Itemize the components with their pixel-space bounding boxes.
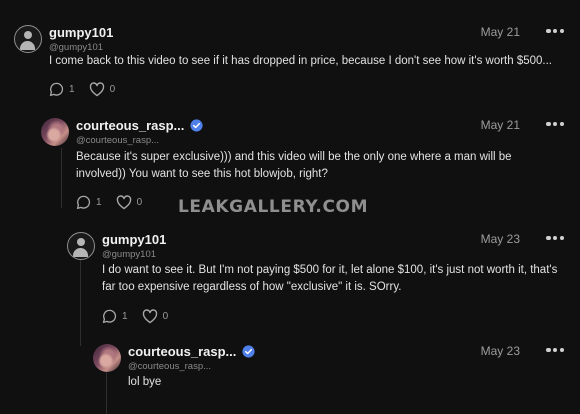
like-button[interactable]: 0 — [142, 309, 169, 324]
username[interactable]: gumpy101 — [102, 232, 166, 247]
more-options-icon[interactable] — [546, 119, 564, 129]
avatar[interactable] — [67, 232, 95, 260]
speech-bubble-icon — [76, 195, 91, 210]
comment-date: May 21 — [480, 25, 520, 39]
comment-actions: 1 0 — [102, 309, 182, 324]
verified-badge-icon — [242, 345, 255, 358]
comment-text: Because it's super exclusive))) and this… — [76, 151, 512, 180]
heart-icon — [89, 82, 104, 97]
comment: gumpy101 @gumpy101 May 23 I do want to s… — [67, 232, 564, 327]
watermark: LEAKGALLERY.COM — [178, 197, 369, 217]
username[interactable]: gumpy101 — [49, 25, 113, 40]
like-count: 0 — [109, 84, 116, 95]
comment-actions: 1 0 — [49, 82, 129, 97]
reply-count: 1 — [122, 311, 128, 322]
verified-badge-icon — [190, 119, 203, 132]
reply-count: 1 — [96, 197, 102, 208]
comment-text: I do want to see it. But I'm not paying … — [102, 264, 558, 293]
comment: courteous_rasp... @courteous_rasp... May… — [93, 344, 564, 404]
reply-button[interactable]: 1 — [76, 195, 102, 210]
comment-header: gumpy101 @gumpy101 May 21 — [49, 25, 564, 55]
like-button[interactable]: 0 — [116, 195, 143, 210]
heart-icon — [142, 309, 157, 324]
username[interactable]: courteous_rasp... — [128, 344, 236, 359]
user-handle: @gumpy101 — [49, 42, 104, 53]
like-button[interactable]: 0 — [89, 82, 116, 97]
username[interactable]: courteous_rasp... — [76, 118, 184, 133]
comment-actions: 1 0 — [76, 195, 156, 210]
like-count: 0 — [162, 311, 169, 322]
reply-count: 1 — [69, 84, 75, 95]
comment-header: courteous_rasp... @courteous_rasp... May… — [76, 118, 564, 148]
more-options-icon[interactable] — [546, 233, 564, 243]
more-options-icon[interactable] — [546, 26, 564, 36]
comment-header: courteous_rasp... @courteous_rasp... May… — [128, 344, 564, 374]
avatar[interactable] — [41, 118, 69, 146]
reply-button[interactable]: 1 — [49, 82, 75, 97]
reply-button[interactable]: 1 — [102, 309, 128, 324]
speech-bubble-icon — [49, 82, 64, 97]
heart-icon — [116, 195, 131, 210]
comment-header: gumpy101 @gumpy101 May 23 — [102, 232, 564, 262]
user-handle: @courteous_rasp... — [76, 135, 160, 146]
speech-bubble-icon — [102, 309, 117, 324]
comment-date: May 23 — [480, 344, 520, 358]
user-handle: @gumpy101 — [102, 249, 157, 260]
comment-date: May 23 — [480, 232, 520, 246]
comment: gumpy101 @gumpy101 May 21 I come back to… — [14, 25, 564, 100]
avatar[interactable] — [14, 25, 42, 53]
comment-text: I come back to this video to see if it h… — [49, 55, 553, 67]
like-count: 0 — [136, 197, 143, 208]
comment-date: May 21 — [480, 118, 520, 132]
avatar[interactable] — [93, 344, 121, 372]
comment-text: lol bye — [128, 376, 162, 388]
more-options-icon[interactable] — [546, 345, 564, 355]
user-handle: @courteous_rasp... — [128, 361, 212, 372]
